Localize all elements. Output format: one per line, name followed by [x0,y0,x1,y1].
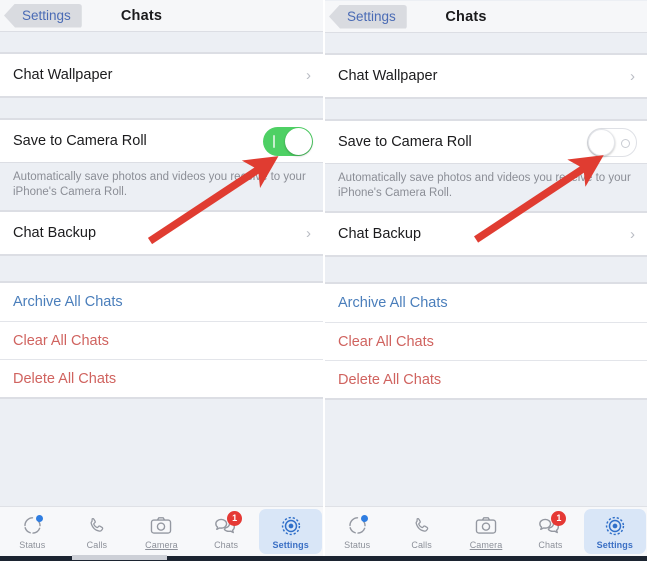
section-gap-top [325,32,647,54]
tab-label-camera: Camera [145,539,178,550]
chats-unread-badge: 1 [551,510,567,526]
device-bottom-strip [0,555,647,561]
tab-chats[interactable]: 1 Chats [519,509,581,554]
section-gap-2 [0,255,323,282]
tab-label-status: Status [19,539,46,550]
tab-chats[interactable]: 1 Chats [195,509,258,554]
tab-label-status: Status [344,539,371,550]
tab-settings[interactable]: Settings [259,509,322,554]
backup-group: Chat Backup › [0,211,323,255]
camera-roll-footnote: Automatically save photos and videos you… [325,164,647,212]
action-archive-all-chats[interactable]: Archive All Chats [0,283,323,321]
row-label-chat-wallpaper: Chat Wallpaper [13,67,113,83]
toggle-knob [285,127,312,155]
status-new-dot-icon [361,514,369,522]
left-phone-panel: Settings Chats Chat Wallpaper › Save to … [0,0,323,561]
row-label-chat-wallpaper: Chat Wallpaper [338,68,438,84]
tab-label-settings: Settings [596,539,633,550]
backup-group: Chat Backup › [325,212,647,256]
save-to-camera-roll-toggle[interactable] [263,126,313,156]
bottom-filler [325,399,647,489]
right-phone-panel: Settings Chats Chat Wallpaper › Save to … [323,0,647,561]
tab-settings[interactable]: Settings [583,509,647,554]
row-chat-wallpaper[interactable]: Chat Wallpaper › [325,55,647,97]
camera-roll-footnote: Automatically save photos and videos you… [0,163,323,211]
row-chat-backup[interactable]: Chat Backup › [325,213,647,255]
chevron-right-icon: › [630,67,635,85]
phone-handset-icon [84,514,110,538]
tab-camera[interactable]: Camera [455,509,517,554]
back-button-settings[interactable]: Settings [4,3,82,28]
row-label-chat-backup: Chat Backup [338,226,422,242]
speech-bubbles-icon: 1 [213,510,243,538]
section-gap-2 [325,256,647,283]
chat-actions-group: Archive All Chats Clear All Chats Delete… [0,282,323,398]
camera-icon [148,514,174,538]
action-delete-all-chats[interactable]: Delete All Chats [0,359,323,397]
action-clear-all-chats[interactable]: Clear All Chats [0,321,323,359]
tab-label-settings: Settings [272,539,309,550]
tab-label-chats: Chats [538,539,563,550]
row-chat-backup[interactable]: Chat Backup › [0,212,323,254]
tab-status[interactable]: Status [326,509,388,554]
tab-calls[interactable]: Calls [390,509,452,554]
camera-roll-group: Save to Camera Roll [325,120,647,164]
row-label-chat-backup: Chat Backup [13,225,97,241]
wallpaper-group: Chat Wallpaper › [0,53,323,97]
section-gap-1 [325,98,647,120]
row-save-to-camera-roll[interactable]: Save to Camera Roll [325,121,647,163]
tab-label-chats: Chats [214,539,239,550]
tab-label-calls: Calls [411,539,432,550]
chevron-right-icon: › [630,225,635,243]
tab-bar: Status Calls Camera 1 Chats Settings [0,506,323,556]
action-clear-all-chats[interactable]: Clear All Chats [325,322,647,360]
navigation-bar: Settings Chats [0,0,323,31]
status-ring-icon [19,514,45,538]
row-label-save-to-camera-roll: Save to Camera Roll [13,133,147,149]
section-gap-top [0,31,323,53]
back-button-settings[interactable]: Settings [329,4,407,29]
action-archive-all-chats[interactable]: Archive All Chats [325,284,647,322]
tab-calls[interactable]: Calls [66,509,129,554]
speech-bubbles-icon: 1 [537,510,567,538]
toggle-knob [588,128,615,156]
chat-actions-group: Archive All Chats Clear All Chats Delete… [325,283,647,399]
status-ring-icon [344,514,370,538]
back-button-label: Settings [347,9,396,24]
tab-label-camera: Camera [469,539,503,550]
section-gap-1 [0,97,323,119]
wallpaper-group: Chat Wallpaper › [325,54,647,98]
camera-icon [473,514,499,538]
status-new-dot-icon [36,514,44,522]
navigation-bar: Settings Chats [325,1,647,32]
chats-unread-badge: 1 [227,510,243,526]
tab-label-calls: Calls [86,539,108,550]
row-label-save-to-camera-roll: Save to Camera Roll [338,134,472,150]
bottom-filler [0,398,323,488]
tab-bar: Status Calls Camera 1 Chats Settings [325,506,647,556]
tab-camera[interactable]: Camera [130,509,193,554]
gear-icon [602,514,628,538]
save-to-camera-roll-toggle[interactable] [587,127,637,157]
camera-roll-group: Save to Camera Roll [0,119,323,163]
home-indicator [72,555,167,560]
chevron-right-icon: › [306,66,311,84]
gear-icon [278,514,304,538]
action-delete-all-chats[interactable]: Delete All Chats [325,360,647,398]
screenshot-root: Settings Chats Chat Wallpaper › Save to … [0,0,647,561]
row-chat-wallpaper[interactable]: Chat Wallpaper › [0,54,323,96]
row-save-to-camera-roll[interactable]: Save to Camera Roll [0,120,323,162]
tab-status[interactable]: Status [1,509,64,554]
chevron-right-icon: › [306,224,311,242]
phone-handset-icon [409,514,435,538]
back-button-label: Settings [22,8,71,23]
